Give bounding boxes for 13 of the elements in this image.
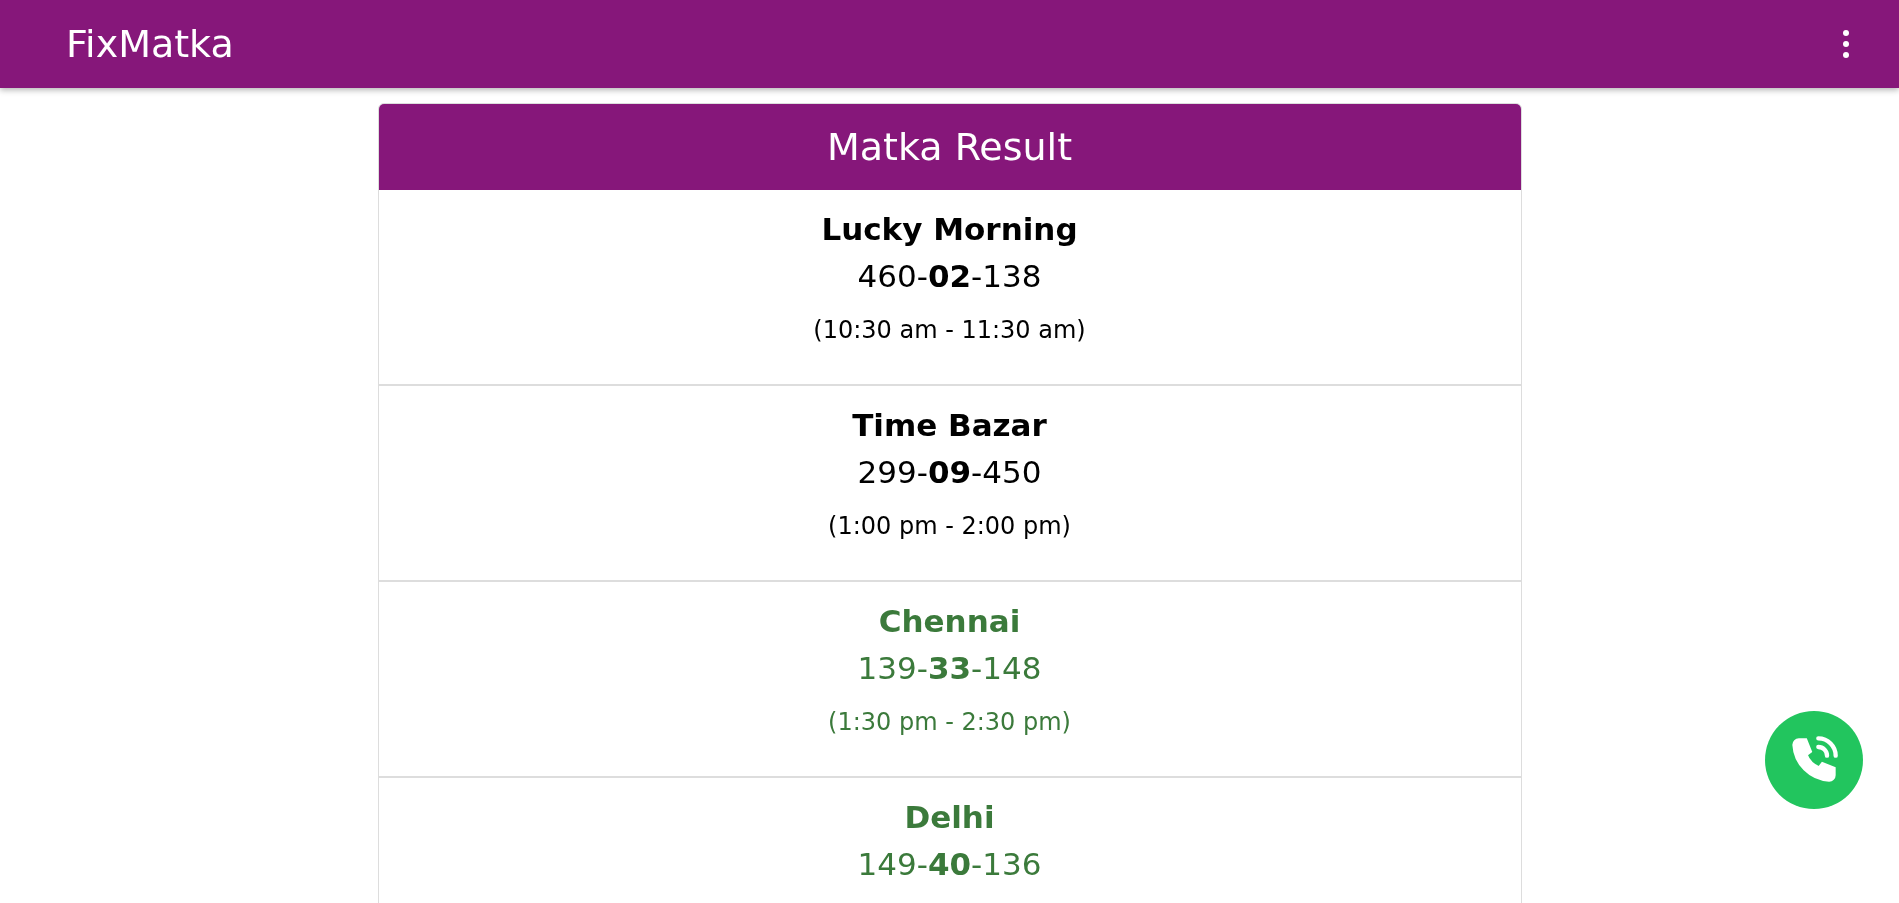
market-name: Chennai — [878, 602, 1021, 641]
market-result: 139-33-148 — [857, 649, 1042, 688]
market-time: (1:00 pm - 2:00 pm) — [828, 511, 1071, 542]
market-name: Time Bazar — [852, 406, 1047, 445]
market-result: 149-40-136 — [857, 845, 1042, 884]
market-name: Delhi — [904, 798, 995, 837]
card-title: Matka Result — [378, 104, 1521, 190]
market-result: 299-09-450 — [857, 453, 1042, 492]
market-time: (1:30 pm - 2:30 pm) — [828, 707, 1071, 738]
app-title: FixMatka — [66, 22, 234, 66]
market-time: (10:30 am - 11:30 am) — [813, 315, 1086, 346]
market-name: Lucky Morning — [821, 210, 1078, 249]
market-result: 460-02-138 — [857, 257, 1042, 296]
